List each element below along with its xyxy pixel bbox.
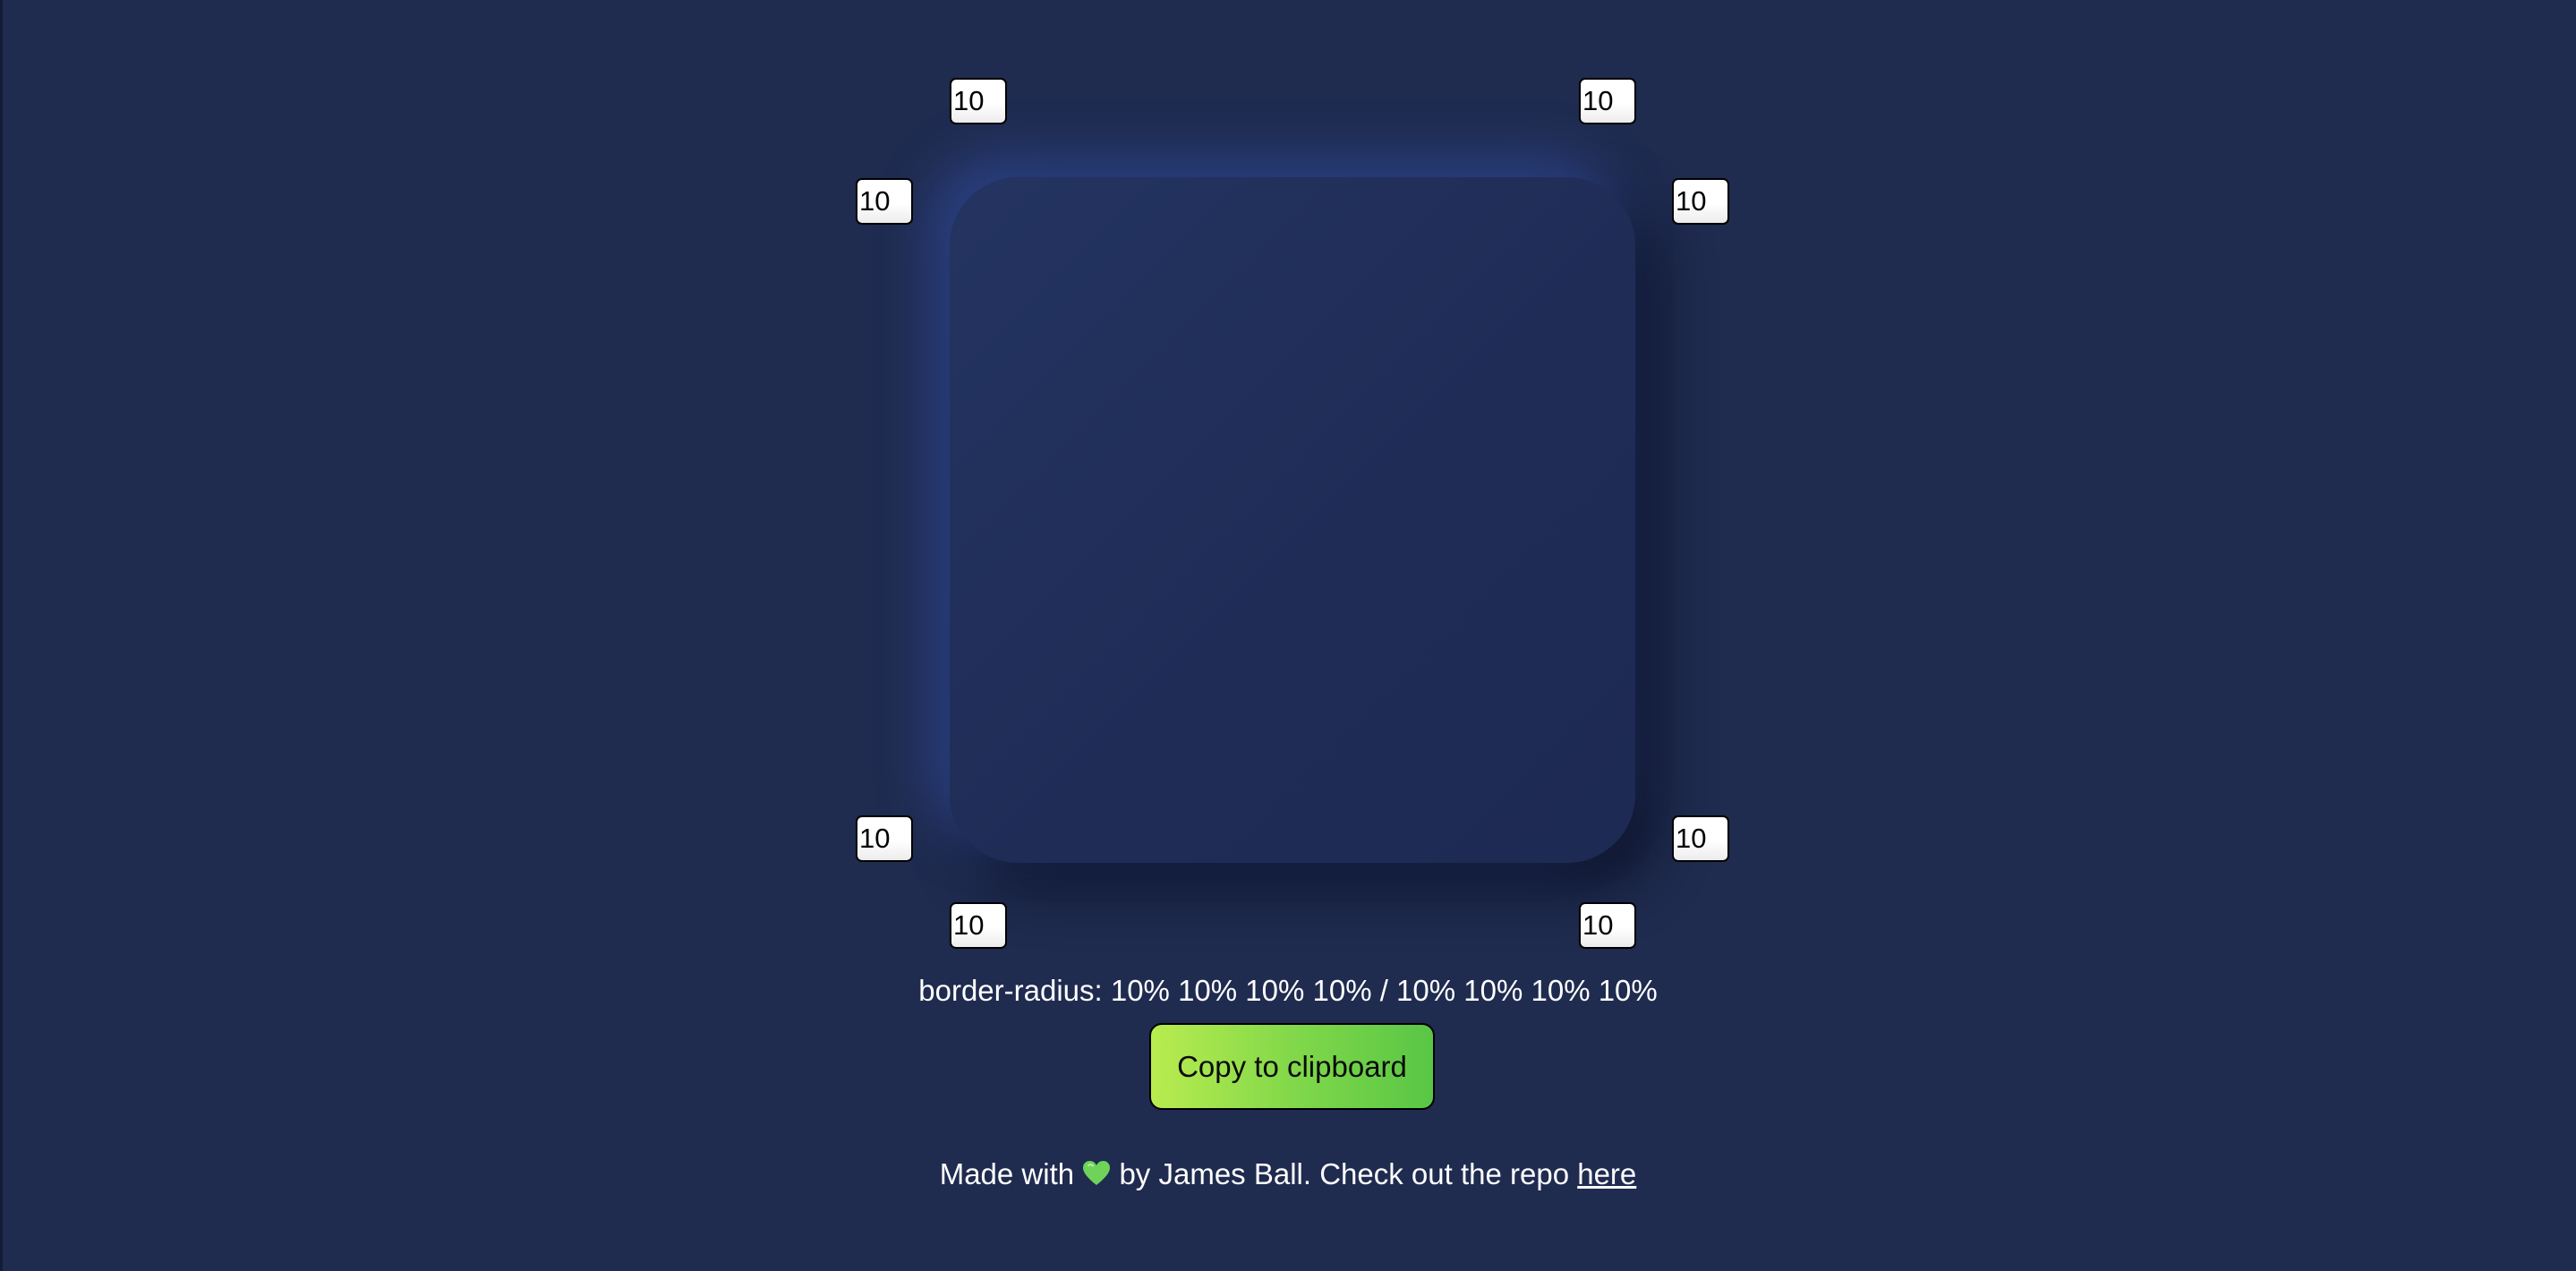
page: border-radius: 10% 10% 10% 10% / 10% 10%…	[0, 0, 2576, 1271]
footer-prefix-text: Made with	[939, 1157, 1075, 1190]
copy-to-clipboard-button[interactable]: Copy to clipboard	[1149, 1023, 1435, 1110]
bottom-left-horizontal-radius-input[interactable]	[950, 902, 1007, 949]
window-edge	[0, 0, 3, 1271]
top-right-vertical-radius-input[interactable]	[1672, 178, 1729, 225]
bottom-right-horizontal-radius-input[interactable]	[1579, 902, 1636, 949]
green-heart-icon	[1083, 1161, 1111, 1185]
border-radius-css-output: border-radius: 10% 10% 10% 10% / 10% 10%…	[918, 974, 1658, 1007]
bottom-right-vertical-radius-input[interactable]	[1672, 815, 1729, 862]
footer: Made with by James Ball. Check out the r…	[0, 1157, 2576, 1191]
border-radius-preview-shape	[950, 177, 1635, 863]
top-left-vertical-radius-input[interactable]	[856, 178, 913, 225]
repo-link[interactable]: here	[1577, 1157, 1636, 1190]
footer-middle-text: by James Ball. Check out the repo	[1119, 1157, 1570, 1190]
top-right-horizontal-radius-input[interactable]	[1579, 78, 1636, 124]
bottom-left-vertical-radius-input[interactable]	[856, 815, 913, 862]
top-left-horizontal-radius-input[interactable]	[950, 78, 1007, 124]
